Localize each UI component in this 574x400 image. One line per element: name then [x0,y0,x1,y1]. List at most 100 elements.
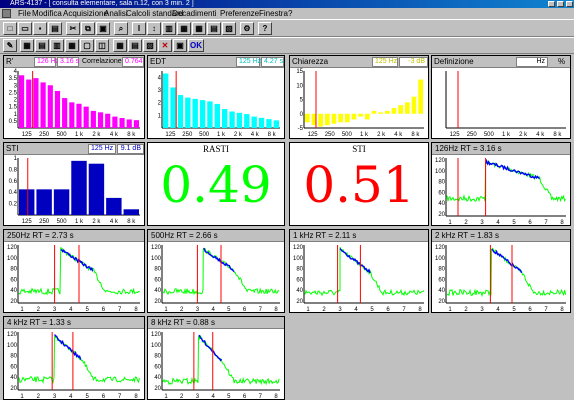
x-tick-label: 4 k [110,219,119,225]
chiarezza-panel[interactable]: Chiarezza 125 Hz -3 dB 15 10 5 0 -5 125 250 500… [289,55,429,139]
definizione-panel[interactable]: Definizione Hz % 125 250 500 1 k 2 k 4 k 8 k [431,55,571,139]
bar [385,110,390,114]
x-tick-label: 3 [196,307,200,312]
x-tick-label: 250 [39,219,50,225]
sti-panel-header: STI 125 Hz 9.1 dB [4,143,144,155]
bar [170,87,176,128]
y-tick-label: 0.2 [9,202,18,208]
menu-file[interactable]: File [18,8,31,19]
new-icon[interactable]: □ [3,22,17,35]
y-tick-label: 40 [10,288,17,294]
rt-panel[interactable]: R' 126 Hz 3.16 s Correlazione 0.764 4 3.5… [3,55,145,139]
y-tick-label: 40 [154,288,161,294]
view-table-icon[interactable]: ▦ [65,39,79,52]
x-tick-label: 5 [85,307,89,312]
rasti-panel[interactable]: RASTI 0.49 [147,142,285,226]
decay-panel-500hz[interactable]: 500Hz RT = 2.66 s 120 100 80 60 40 20 1 2 3 4 5 6 7 8 [147,229,285,313]
y-tick-label: 2.5 [9,90,18,96]
x-tick-label: 250 [467,132,478,138]
x-tick-label: 8 [274,307,278,312]
y-tick-label: 40 [10,375,17,381]
decay-panel-1khz[interactable]: 1 kHz RT = 2.11 s 120 100 80 60 40 20 1 2 3 4 5 6 7 8 [289,229,429,313]
x-tick-label: 8 [134,307,138,312]
table-icon[interactable]: ▤ [207,22,221,35]
x-tick-label: 5 [512,220,516,225]
sti-title: STI [6,144,19,153]
decay-plot: 120 100 80 60 40 20 1 2 3 4 5 6 7 8 [432,242,570,312]
maximize-button[interactable] [557,1,564,7]
open-icon[interactable]: ▭ [18,22,32,35]
x-tick-label: 3 [53,307,57,312]
filter-icon[interactable]: ▥ [162,22,176,35]
x-tick-label: 6 [102,394,106,399]
y-tick-label: 40 [154,375,161,381]
x-tick-label: 4 [496,307,500,312]
bar [273,120,279,128]
print-icon[interactable]: ▤ [48,22,62,35]
decay-label: 4 kHz RT = 1.33 s [7,318,71,327]
view-split-icon[interactable]: ◫ [95,39,109,52]
menu-analisi[interactable]: Analisi [104,8,128,19]
decay-panel-4khz[interactable]: 4 kHz RT = 1.33 s 120 100 80 60 40 20 1 2 3 4 5 6 7 8 [3,316,145,400]
y-tick-label: 20 [296,299,303,305]
menu-finestra[interactable]: Finestra [259,8,288,19]
x-tick-label: 1 [448,220,452,225]
settings-icon[interactable]: ⚙ [240,22,254,35]
decay-label: 8 kHz RT = 0.88 s [151,318,215,327]
y-tick-label: 10 [296,83,303,89]
x-tick-label: 1 [20,394,24,399]
save-icon[interactable]: ▪ [33,22,47,35]
cursor-icon[interactable]: I [132,22,146,35]
decay-panel-2khz[interactable]: 2 kHz RT = 1.83 s 120 100 80 60 40 20 1 2 3 4 5 6 7 8 [431,229,571,313]
menu-modifica[interactable]: Modifica [32,8,62,19]
paste-icon[interactable]: ▣ [96,22,110,35]
sti-big-panel[interactable]: STI 0.51 [289,142,429,226]
copy-icon[interactable]: ⧉ [81,22,95,35]
grid-icon[interactable]: ▦ [192,22,206,35]
menu-help[interactable]: ? [288,8,292,19]
x-tick-label: 2 [37,394,41,399]
calc-icon[interactable]: ▦ [113,39,127,52]
view-bars-icon[interactable]: ▥ [50,39,64,52]
app-icon[interactable] [2,9,11,18]
view-window-icon[interactable]: ▢ [80,39,94,52]
x-tick-label: 2 k [92,219,101,225]
view-list-icon[interactable]: ▤ [35,39,49,52]
info-icon[interactable]: ▣ [173,39,187,52]
decay-fit [54,334,82,360]
x-tick-label: 250 [325,132,336,138]
decay-panel-250hz[interactable]: 250Hz RT = 2.73 s 120 100 80 60 40 20 1 2 3 4 5 6 7 8 [3,229,145,313]
bar [351,113,357,120]
rt-title: R' [6,57,14,66]
y-tick-label: 3.5 [9,76,18,82]
y-tick-label: 100 [293,256,304,262]
y-tick-label: 40 [296,288,303,294]
edt-panel[interactable]: EDT 125 Hz 4.27 s 4 3 2 1 125 250 500 1 k 2 k 4 k… [147,55,285,139]
minimize-button[interactable] [548,1,555,7]
y-tick-label: 100 [151,256,162,262]
decay-plot: 120 100 80 60 40 20 1 2 3 4 5 6 7 8 [290,242,428,312]
help-icon[interactable]: ? [258,22,272,35]
spectrum-icon[interactable]: ▦ [177,22,191,35]
cut-icon[interactable]: ✂ [66,22,80,35]
menu-decadimenti[interactable]: Decadimenti [172,8,216,19]
close-button[interactable] [566,1,573,7]
sti-panel[interactable]: STI 125 Hz 9.1 dB 1 0.8 0.6 0.4 0.2 125 250 500… [3,142,145,226]
export-icon[interactable]: ▧ [143,39,157,52]
report-icon[interactable]: ▤ [128,39,142,52]
measure-icon[interactable]: ↕ [147,22,161,35]
zoom-icon[interactable]: ⌕ [114,22,128,35]
x-tick-label: 2 k [234,132,243,138]
ok-button[interactable]: OK [188,39,204,52]
menu-acquisizione[interactable]: Acquisizione [63,8,108,19]
bar [192,98,198,128]
decay-panel-126hz[interactable]: 126Hz RT = 3.16 s 120 100 80 60 40 20 1 2 3 4 5 6 7 8 [431,142,571,226]
delete-icon[interactable]: ✕ [158,39,172,52]
decay-panel-8khz[interactable]: 8 kHz RT = 0.88 s 120 100 80 60 40 20 1 2 3 4 5 6 7 8 [147,316,285,400]
view-grid-icon[interactable]: ▦ [20,39,34,52]
chart-icon[interactable]: ▧ [222,22,236,35]
y-tick-label: 0.6 [9,179,18,185]
bar [40,82,46,128]
menu-preferenze[interactable]: Preferenze [220,8,259,19]
pencil-icon[interactable]: ✎ [3,39,17,52]
